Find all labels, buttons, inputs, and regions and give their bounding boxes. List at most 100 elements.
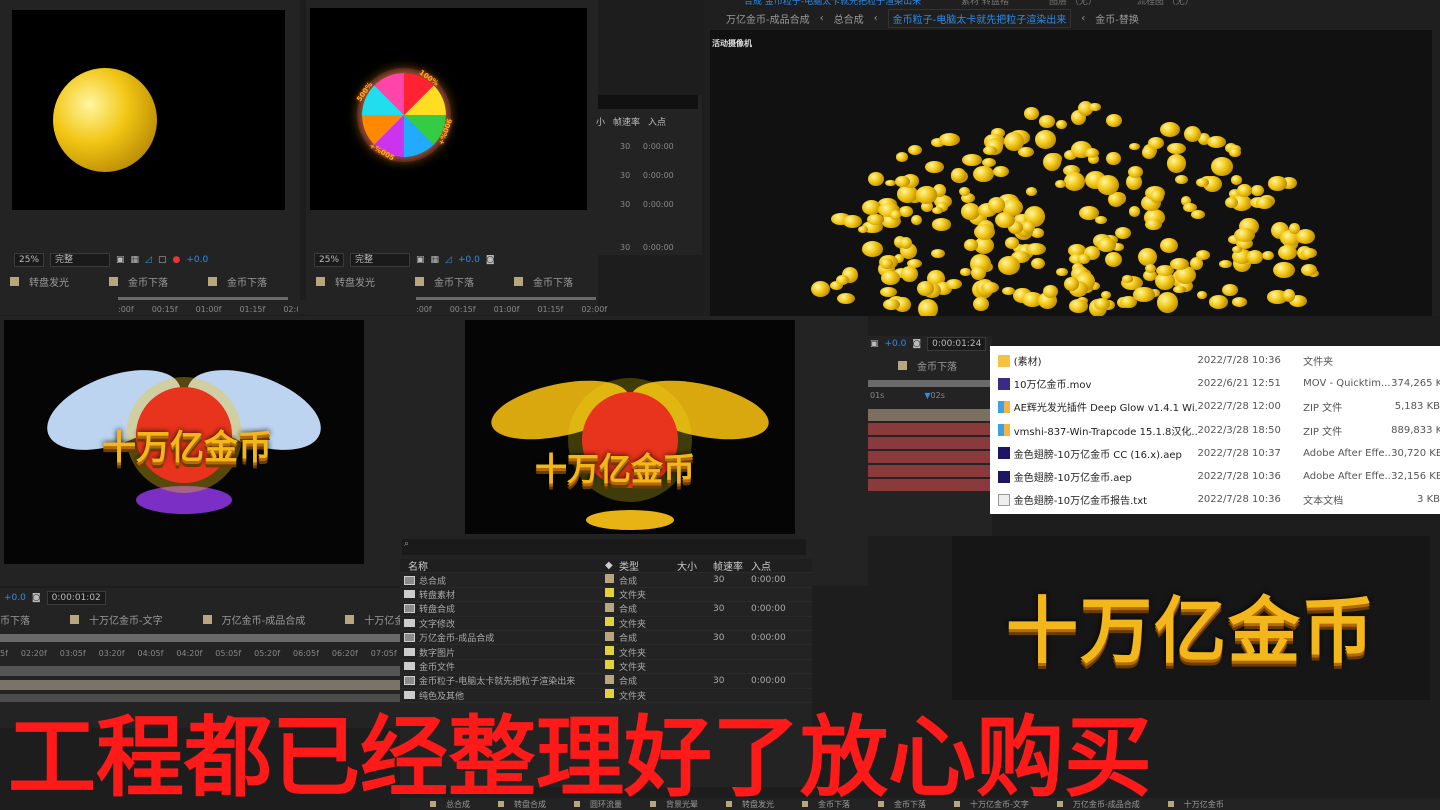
region-icon[interactable]: ▣ [416, 255, 425, 265]
time-ruler[interactable]: :00f 00:15f 01:00f 01:15f 02:00f [0, 300, 309, 314]
grid-icon[interactable]: ▦ [431, 255, 440, 265]
file-row[interactable]: 10万亿金币.mov 2022/6/21 12:51 MOV - Quicktim.… [990, 372, 1440, 395]
list-item[interactable]: 30 0:00:00 [620, 161, 702, 190]
work-area-bar[interactable] [868, 380, 992, 387]
label-swatch[interactable] [605, 674, 614, 684]
exposure-value[interactable]: +0.0 [4, 593, 26, 603]
tab-flowchart[interactable]: 流程图 （无） [1137, 0, 1194, 8]
column-size[interactable]: 小 [596, 115, 605, 128]
layer-bar[interactable] [0, 680, 402, 690]
time-ruler[interactable]: 01s ▼ 02s [868, 387, 992, 403]
list-item[interactable]: 30 0:00:00 [620, 233, 702, 262]
camera-icon[interactable]: ◙ [912, 339, 921, 349]
column-size[interactable]: 大小 [677, 558, 713, 573]
tab[interactable]: 金币下落 [898, 358, 957, 373]
quality-select[interactable]: 完整 [350, 253, 411, 267]
project-item[interactable]: 文字修改 文件夹 [400, 617, 812, 631]
zoom-select[interactable]: 25% [14, 253, 45, 267]
exposure-value[interactable]: +0.0 [458, 255, 480, 265]
project-item[interactable]: 万亿金币-成品合成 合成 30 0:00:00 [400, 631, 812, 646]
column-type[interactable]: 类型 [619, 558, 677, 573]
layer-bar[interactable] [868, 465, 992, 477]
comp-viewer[interactable]: 活动摄像机 [710, 30, 1432, 316]
grid-icon[interactable]: ▦ [131, 255, 140, 265]
file-row[interactable]: vmshi-837-Win-Trapcode 15.1.8汉化... 2022/3… [990, 419, 1440, 442]
breadcrumb-item[interactable]: 金币-替换 [1095, 11, 1139, 26]
project-item[interactable]: 转盘合成 合成 30 0:00:00 [400, 602, 812, 617]
file-row[interactable]: 金色翅膀-10万亿金币报告.txt 2022/7/28 10:36 文本文档 3 KB [990, 488, 1440, 511]
project-item[interactable]: 金币文件 文件夹 [400, 660, 812, 675]
file-row[interactable]: AE辉光发光插件 Deep Glow v1.4.1 Wi... 2022/7/28… [990, 395, 1440, 418]
file-row[interactable]: 金色翅膀-10万亿金币 CC (16.x).aep 2022/7/28 10:37… [990, 442, 1440, 465]
tab[interactable]: 十万亿金币 [1167, 798, 1224, 810]
comp-viewer[interactable] [12, 10, 285, 210]
project-item[interactable]: 纯色及其他 文件夹 [400, 689, 812, 703]
breadcrumb-item[interactable]: 万亿金币-成品合成 [726, 11, 810, 26]
tab[interactable]: 金币下落 [514, 274, 573, 289]
mask-icon[interactable]: ◿ [145, 255, 152, 265]
column-fps[interactable]: 帧速率 [713, 558, 751, 573]
comp-viewer-silver-wings[interactable]: 十万亿金币 [4, 320, 364, 564]
layer-bar[interactable] [868, 437, 992, 449]
tab[interactable]: 十万亿金币-文字 [70, 612, 163, 627]
safe-icon[interactable]: ▢ [158, 255, 167, 265]
comp-viewer-gold-wings[interactable]: 十万亿金币 [465, 320, 795, 534]
work-area-bar[interactable] [0, 634, 402, 642]
breadcrumb-item[interactable]: 总合成 [834, 11, 864, 26]
project-item[interactable]: 金币粒子-电脑太卡就先把粒子渲染出来 合成 30 0:00:00 [400, 674, 812, 689]
project-item[interactable]: 数字图片 文件夹 [400, 645, 812, 660]
label-swatch[interactable] [605, 574, 614, 584]
layer-bar[interactable] [0, 666, 402, 676]
file-row[interactable]: 金色翅膀-10万亿金币.aep 2022/7/28 10:36 Adobe Afte… [990, 465, 1440, 488]
region-icon[interactable]: ▣ [870, 339, 879, 349]
region-icon[interactable]: ▣ [116, 255, 125, 265]
camera-icon[interactable]: ◙ [32, 593, 41, 603]
label-swatch[interactable] [605, 660, 614, 670]
mask-icon[interactable]: ◿ [445, 255, 452, 265]
list-item[interactable]: 30 0:00:00 [620, 190, 702, 219]
label-swatch[interactable] [605, 631, 614, 641]
tab[interactable]: 十万亿金币 [345, 612, 402, 627]
tab[interactable]: 万亿金币-成品合成 [202, 612, 305, 627]
list-item[interactable]: 30 0:00:00 [620, 132, 702, 161]
layer-bar[interactable] [868, 479, 992, 491]
tab-composition[interactable]: 合成 金币粒子-电脑太卡就先把粒子渲染出来 [744, 0, 921, 8]
column-name[interactable]: 名称 [400, 558, 605, 573]
tab[interactable]: 转盘发光 [10, 274, 69, 289]
exposure-value[interactable]: +0.0 [186, 255, 208, 265]
label-swatch[interactable] [605, 588, 614, 598]
tab-footage[interactable]: 素材 转盘褶 [961, 0, 1009, 8]
tab[interactable]: 金币下落 [415, 274, 474, 289]
exposure-value[interactable]: +0.0 [885, 339, 907, 349]
project-search-input[interactable]: ⌕ [402, 539, 806, 555]
zoom-select[interactable]: 25% [314, 253, 345, 267]
camera-icon[interactable]: ◙ [486, 255, 495, 265]
label-swatch[interactable] [605, 646, 614, 656]
layer-bar[interactable] [868, 423, 992, 435]
project-item[interactable]: 总合成 合成 30 0:00:00 [400, 573, 812, 588]
tab-layer[interactable]: 图层 （无） [1049, 0, 1097, 8]
timecode-display[interactable]: 0:00:01:02 [46, 591, 106, 605]
breadcrumb-item-active[interactable]: 金币粒子-电脑太卡就先把粒子渲染出来 [887, 8, 1072, 28]
color-channel-icon[interactable]: ● [172, 255, 180, 265]
label-swatch[interactable] [605, 602, 614, 612]
layer-bar[interactable] [868, 451, 992, 463]
time-ruler[interactable]: :00f 00:15f 01:00f 01:15f 02:00f [298, 300, 607, 314]
tab[interactable]: 转盘发光 [316, 274, 375, 289]
label-swatch[interactable] [605, 689, 614, 699]
comp-viewer[interactable]: 100% 500% +%005 +%006 [310, 8, 587, 210]
column-in[interactable]: 入点 [648, 115, 666, 128]
timecode-display[interactable]: 0:00:01:24 [927, 337, 987, 351]
file-row[interactable]: (素材) 2022/7/28 10:36 文件夹 [990, 349, 1440, 372]
column-in[interactable]: 入点 [751, 558, 771, 573]
quality-select[interactable]: 完整 [50, 253, 111, 267]
time-ruler[interactable]: 5f 02:20f 03:05f 03:20f 04:05f 04:20f 05:05f 05… [0, 642, 420, 658]
column-fps[interactable]: 帧速率 [613, 115, 640, 128]
tab[interactable]: 币下落 [0, 612, 30, 627]
label-swatch[interactable] [605, 617, 614, 627]
layer-bar[interactable] [868, 409, 992, 421]
tab[interactable]: 金币下落 [109, 274, 168, 289]
search-field[interactable] [598, 95, 698, 109]
layer-bar[interactable] [0, 694, 402, 702]
project-item[interactable]: 转盘素材 文件夹 [400, 588, 812, 603]
